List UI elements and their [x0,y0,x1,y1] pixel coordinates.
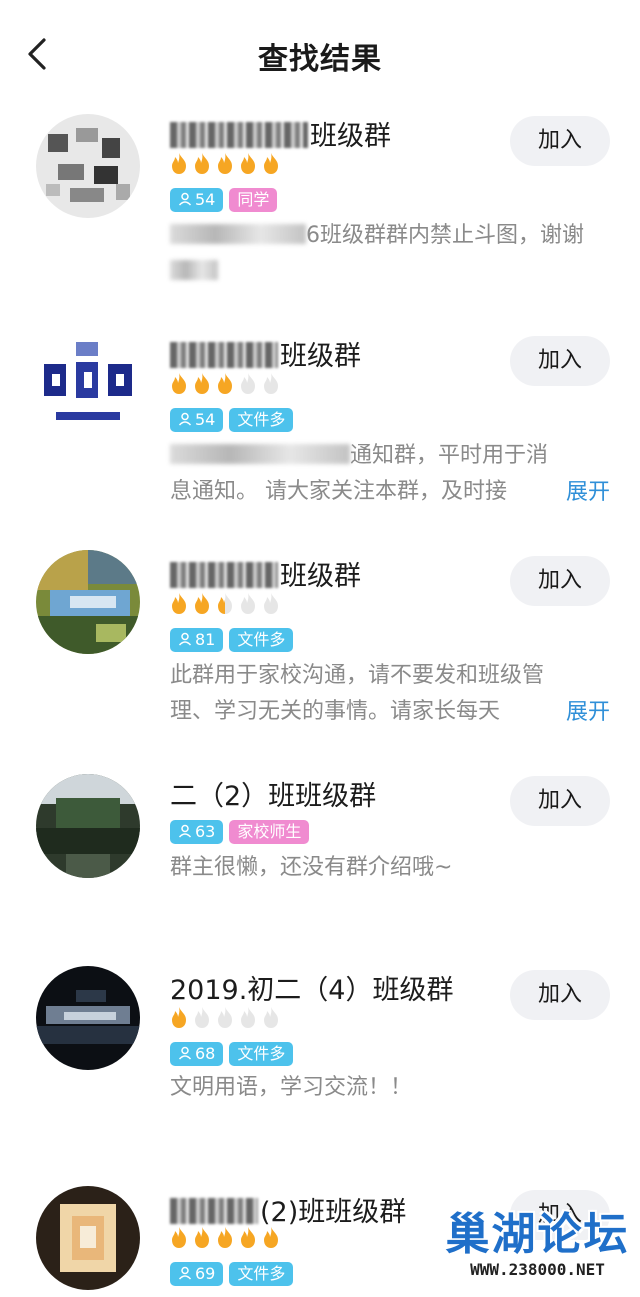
flame-icon [214,152,236,176]
flame-icon [191,372,213,396]
flame-icon [191,592,213,616]
tag-row: 81 文件多 [170,628,299,654]
member-count-badge: 54 [170,408,224,432]
redacted-name [170,342,278,368]
watermark-url: WWW.238000.NET [470,1260,605,1279]
flame-icon [260,1006,282,1030]
flame-icon [168,1226,190,1250]
group-description: 群主很懒，还没有群介绍哦~ [170,855,453,880]
flame-icon [237,592,259,616]
group-list-item[interactable]: 二（2）班班级群 63 家校师生 群主很懒，还没有群介绍哦~ 加入 [0,768,640,958]
group-description: 文明用语，学习交流！！ [170,1075,413,1100]
group-list-item[interactable]: 班级群 81 文件多 此群用于家校沟通，请不要发和班级管 理、学习无关的事情。请家… [0,548,640,768]
tag-row: 63 家校师生 [170,820,315,846]
group-avatar [36,550,140,654]
activity-flames [168,152,283,178]
flame-icon [168,592,190,616]
flame-icon [168,1006,190,1030]
group-name: 2019.初二（4）班级群 [170,975,454,1006]
member-count-badge: 81 [170,628,224,652]
group-avatar [36,114,140,218]
flame-icon [214,1006,236,1030]
site-watermark: 巢湖论坛 WWW.238000.NET [440,1198,635,1293]
member-count-badge: 68 [170,1042,224,1066]
flame-icon [260,1226,282,1250]
tag-row: 54 文件多 [170,408,299,434]
flame-icon [168,152,190,176]
group-tag: 文件多 [229,1042,294,1066]
expand-link[interactable]: 展开 [555,474,610,506]
activity-flames [168,1226,283,1252]
flame-icon [237,1006,259,1030]
flame-icon [260,592,282,616]
join-button[interactable]: 加入 [510,116,610,166]
group-tag: 文件多 [229,1262,294,1286]
flame-icon [191,1006,213,1030]
group-name: (2)班班级群 [170,1190,406,1229]
group-description: 6班级群群内禁止斗图，谢谢 [170,218,610,290]
page-title: 查找结果 [258,42,382,77]
tag-row: 54 同学 [170,188,283,214]
group-avatar [36,774,140,878]
group-tag: 同学 [229,188,278,212]
flame-icon [237,372,259,396]
group-name: 班级群 [170,334,361,373]
group-name: 班级群 [170,114,391,153]
group-list-item[interactable]: 班级群 54 文件多 通知群，平时用于消 息通知。 请大家关注本群，及时接 展开 … [0,328,640,548]
redacted-name [170,562,278,588]
flame-icon [260,152,282,176]
group-list-item[interactable]: 2019.初二（4）班级群 68 文件多 文明用语，学习交流！！ 加入 [0,958,640,1178]
member-count-badge: 69 [170,1262,224,1286]
redacted-name [170,122,308,148]
group-tag: 家校师生 [229,820,310,844]
group-description: 此群用于家校沟通，请不要发和班级管 理、学习无关的事情。请家长每天 [170,663,545,724]
tag-row: 69 文件多 [170,1262,299,1288]
join-button[interactable]: 加入 [510,336,610,386]
activity-flames [168,592,283,618]
flame-icon [168,372,190,396]
expand-link[interactable]: 展开 [555,694,610,726]
group-list-item[interactable]: 班级群 54 同学 6班级群群内禁止斗图，谢谢 加入 [0,108,640,328]
group-description: 通知群，平时用于消 息通知。 请大家关注本群，及时接 [170,443,549,504]
join-button[interactable]: 加入 [510,970,610,1020]
group-tag: 文件多 [229,628,294,652]
member-count-badge: 54 [170,188,224,212]
watermark-logo: 巢湖论坛 [445,1209,630,1260]
join-button[interactable]: 加入 [510,776,610,826]
person-icon [178,629,192,646]
join-button[interactable]: 加入 [510,556,610,606]
person-icon [178,1263,192,1280]
tag-row: 68 文件多 [170,1042,299,1068]
group-tag: 文件多 [229,408,294,432]
person-icon [178,1043,192,1060]
person-icon [178,409,192,426]
group-name: 二（2）班班级群 [170,781,377,812]
flame-icon [214,592,236,616]
person-icon [178,821,192,838]
flame-icon [191,152,213,176]
activity-flames [168,372,283,398]
flame-icon [237,1226,259,1250]
redacted-name [170,1198,258,1224]
group-avatar [36,1186,140,1290]
person-icon [178,189,192,206]
flame-icon [214,372,236,396]
flame-icon [191,1226,213,1250]
group-name: 班级群 [170,554,361,593]
flame-icon [237,152,259,176]
member-count-badge: 63 [170,820,224,844]
group-avatar [36,336,140,440]
group-avatar [36,966,140,1070]
flame-icon [260,372,282,396]
header: 查找结果 [0,0,640,108]
activity-flames [168,1006,283,1032]
flame-icon [214,1226,236,1250]
